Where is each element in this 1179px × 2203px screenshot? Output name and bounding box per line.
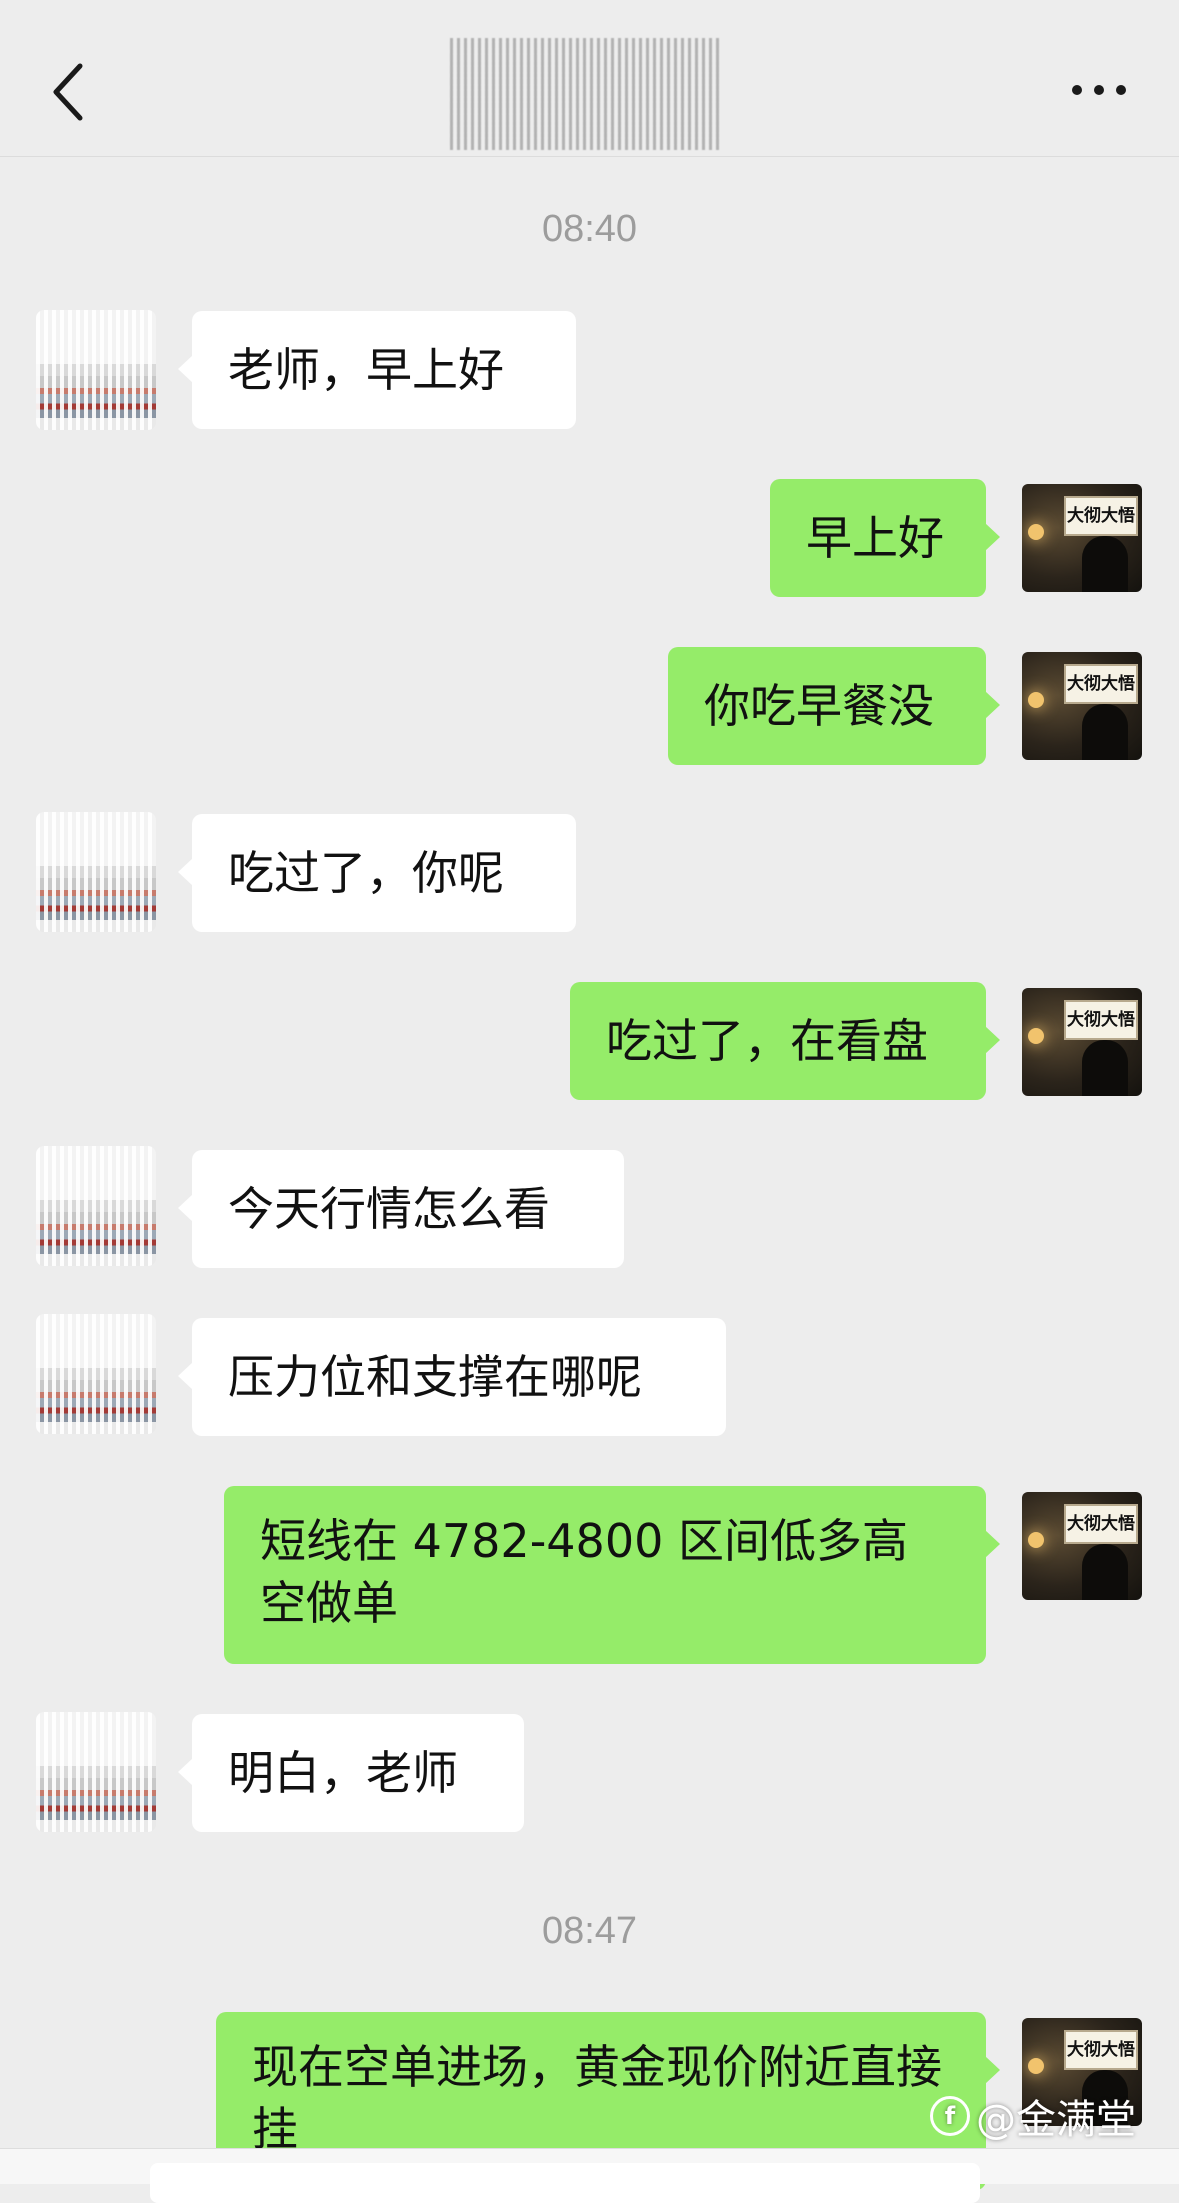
message-bubble-outgoing[interactable]: 你吃早餐没 bbox=[668, 647, 1000, 765]
avatar-lamp bbox=[1028, 1028, 1044, 1044]
message-bubble-incoming[interactable]: 老师，早上好 bbox=[178, 311, 576, 429]
avatar-sign: 大彻大悟 bbox=[1064, 664, 1138, 704]
avatar-person bbox=[1082, 1544, 1128, 1600]
watermark-logo-icon: f bbox=[930, 2096, 970, 2136]
self-avatar[interactable]: 大彻大悟 bbox=[1022, 652, 1142, 760]
avatar-person bbox=[1082, 704, 1128, 760]
avatar-lamp bbox=[1028, 2058, 1044, 2074]
input-bar bbox=[0, 2148, 1179, 2203]
watermark: f @金满堂 bbox=[930, 2090, 1136, 2143]
avatar-sign: 大彻大悟 bbox=[1064, 1504, 1138, 1544]
message-bubble-outgoing[interactable]: 早上好 bbox=[770, 479, 1000, 597]
avatar-person bbox=[1082, 536, 1128, 592]
contact-avatar[interactable] bbox=[36, 1146, 156, 1266]
contact-avatar[interactable] bbox=[36, 1712, 156, 1832]
message-bubble-outgoing[interactable]: 短线在 4782-4800 区间低多高空做单 bbox=[224, 1486, 1000, 1664]
watermark-text: @金满堂 bbox=[976, 2097, 1136, 2143]
message-bubble-outgoing[interactable]: 吃过了，在看盘 bbox=[570, 982, 1000, 1100]
avatar-sign: 大彻大悟 bbox=[1064, 496, 1138, 536]
self-avatar[interactable]: 大彻大悟 bbox=[1022, 1492, 1142, 1600]
contact-avatar[interactable] bbox=[36, 1314, 156, 1434]
message-bubble-incoming[interactable]: 今天行情怎么看 bbox=[178, 1150, 624, 1268]
message-bubble-incoming[interactable]: 吃过了，你呢 bbox=[178, 814, 576, 932]
avatar-sign: 大彻大悟 bbox=[1064, 1000, 1138, 1040]
timestamp: 08:47 bbox=[541, 1910, 638, 1952]
message-bubble-incoming[interactable]: 压力位和支撑在哪呢 bbox=[178, 1318, 726, 1436]
contact-avatar[interactable] bbox=[36, 812, 156, 932]
timestamp: 08:40 bbox=[541, 208, 638, 250]
message-input[interactable] bbox=[150, 2163, 980, 2203]
message-bubble-incoming[interactable]: 明白，老师 bbox=[178, 1714, 524, 1832]
more-dots-icon[interactable] bbox=[1069, 78, 1129, 102]
avatar-lamp bbox=[1028, 1532, 1044, 1548]
contact-avatar[interactable] bbox=[36, 310, 156, 430]
avatar-lamp bbox=[1028, 524, 1044, 540]
avatar-lamp bbox=[1028, 692, 1044, 708]
self-avatar[interactable]: 大彻大悟 bbox=[1022, 988, 1142, 1096]
avatar-person bbox=[1082, 1040, 1128, 1096]
self-avatar[interactable]: 大彻大悟 bbox=[1022, 484, 1142, 592]
chevron-left-icon[interactable] bbox=[46, 60, 90, 124]
chat-header bbox=[0, 0, 1179, 157]
avatar-sign: 大彻大悟 bbox=[1064, 2030, 1138, 2070]
chat-title-redacted bbox=[450, 38, 722, 150]
